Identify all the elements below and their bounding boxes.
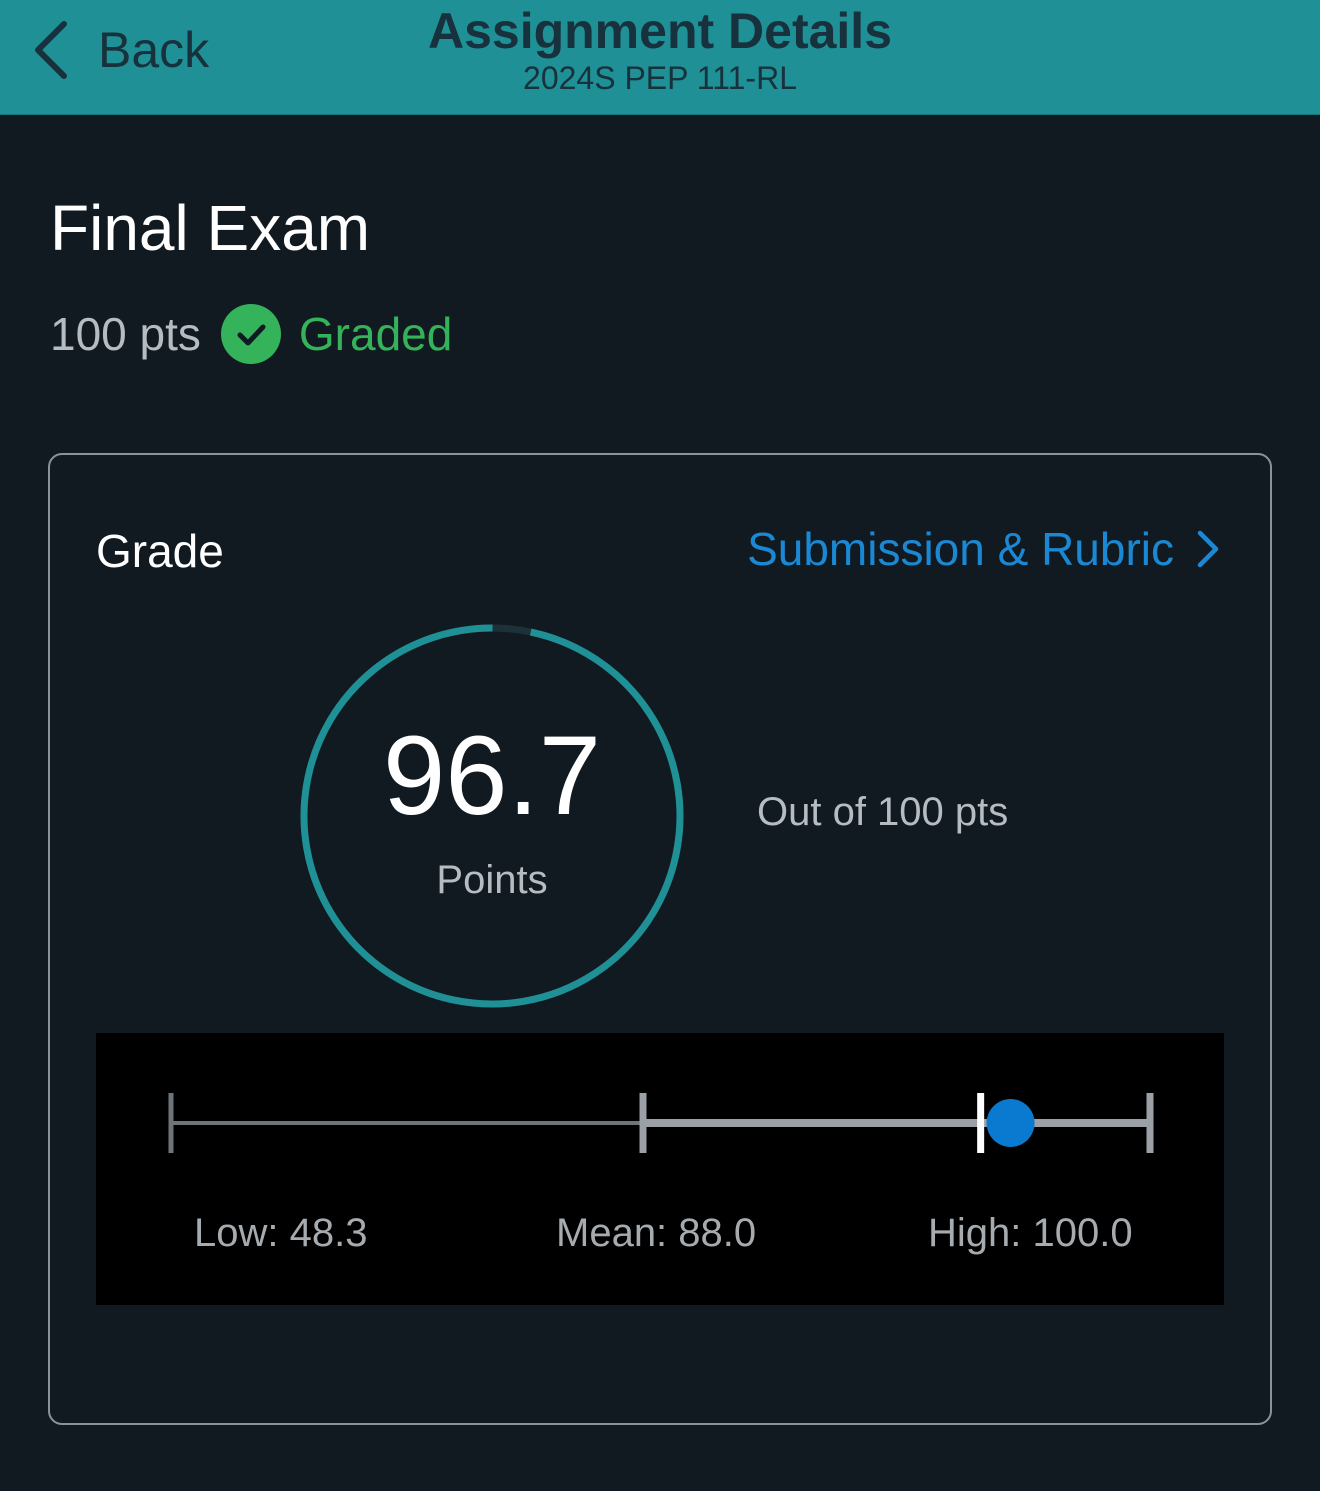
submission-rubric-link[interactable]: Submission & Rubric bbox=[747, 526, 1220, 572]
check-circle-icon bbox=[220, 304, 281, 364]
grade-heading: Grade bbox=[96, 525, 224, 577]
submission-rubric-label: Submission & Rubric bbox=[747, 523, 1174, 575]
high-score-label: High: 100.0 bbox=[928, 1211, 1133, 1255]
screen-title: Assignment Details bbox=[427, 3, 892, 59]
assignment-meta: 100 pts Graded bbox=[50, 302, 452, 366]
points-possible: 100 pts bbox=[50, 308, 201, 360]
assignment-title: Final Exam bbox=[50, 192, 371, 264]
chevron-right-icon bbox=[1197, 530, 1219, 568]
out-of-label: Out of 100 pts bbox=[757, 790, 1009, 834]
grade-statistics-panel: Low: 48.3 Mean: 88.0 High: 100.0 bbox=[96, 1033, 1224, 1305]
course-code: 2024S PEP 111-RL bbox=[523, 60, 797, 96]
top-nav-bar: Back Assignment Details 2024S PEP 111-RL bbox=[0, 0, 1320, 115]
score-unit-label: Points bbox=[436, 858, 548, 902]
status-badge: Graded bbox=[298, 308, 453, 360]
mean-score-label: Mean: 88.0 bbox=[556, 1211, 757, 1255]
score-distribution-track bbox=[168, 1093, 1154, 1153]
low-score-label: Low: 48.3 bbox=[194, 1211, 368, 1255]
your-score-marker bbox=[986, 1099, 1035, 1147]
score-value: 96.7 bbox=[383, 713, 601, 838]
